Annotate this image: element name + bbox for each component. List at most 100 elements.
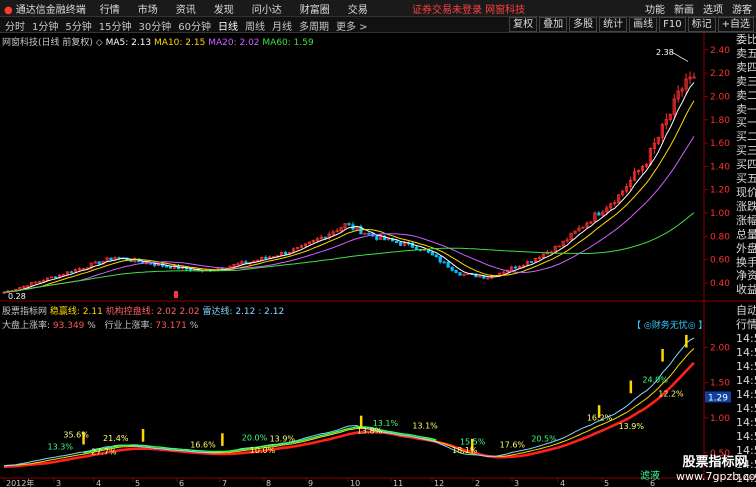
line3-value: 雷达线: 2.12 [202, 307, 256, 317]
period-monthly[interactable]: 月线 [269, 18, 295, 33]
radar-line [3, 337, 695, 467]
candle-body [585, 222, 589, 228]
menu-new-draw[interactable]: 新画 [674, 1, 694, 16]
menu-bar: ● 通达信金融终端 行情 市场 资讯 发现 问小达 财富圈 交易 证券交易未登录 … [0, 0, 756, 17]
candle-body [188, 268, 192, 271]
upper-tick-label-7: 1.00 [710, 209, 730, 219]
tool-multi-stock[interactable]: 多股 [569, 17, 598, 32]
menu-item-faxian[interactable]: 发现 [214, 1, 234, 16]
tool-draw-line[interactable]: 画线 [629, 17, 658, 32]
period-5min[interactable]: 5分钟 [62, 18, 94, 33]
candle-body [240, 261, 244, 265]
menu-options[interactable]: 选项 [703, 1, 723, 16]
candle-body [410, 242, 415, 248]
candle-body [601, 211, 605, 216]
period-more[interactable]: 更多 > [333, 18, 371, 33]
candle-body [375, 235, 379, 240]
current-value-label: 1.29 [708, 393, 728, 403]
menu-item-shichang[interactable]: 市场 [138, 1, 158, 16]
candle-body [287, 251, 292, 255]
candle-body [383, 235, 387, 241]
candle-body [438, 256, 442, 263]
candle-body [145, 262, 149, 265]
ma10-line [3, 100, 695, 293]
period-15min[interactable]: 15分钟 [96, 18, 135, 33]
institution-control-line [3, 361, 695, 469]
signal-bar-4 [470, 438, 474, 452]
login-notice[interactable]: 证券交易未登录 网窗科技 [412, 1, 525, 16]
candle-body [561, 240, 565, 247]
candle-body [220, 268, 224, 270]
annotation-10: 13.1% [412, 421, 438, 430]
period-1min[interactable]: 1分钟 [29, 18, 61, 33]
candle-body [22, 285, 26, 288]
menu-item-caifuquan[interactable]: 财富圈 [300, 1, 330, 16]
annotation-15: 16.2% [587, 414, 613, 423]
annotation-13: 17.6% [500, 440, 526, 449]
period-fenshi[interactable]: 分时 [2, 18, 28, 33]
candle-body [38, 281, 42, 283]
candle-body [18, 287, 22, 290]
upper-tick-label-2: 2.00 [710, 92, 730, 102]
candle-body [446, 261, 450, 268]
ma5-line [3, 82, 695, 293]
indicator-name[interactable]: 股票指标网 [2, 307, 47, 317]
tick-label-9: 14:50 [736, 430, 756, 443]
period-weekly[interactable]: 周线 [242, 18, 268, 33]
candle-body [529, 261, 534, 263]
candle-body [466, 273, 470, 275]
candle-body [434, 254, 438, 258]
annotation-14: 20.5% [531, 435, 557, 444]
tool-stats[interactable]: 统计 [599, 17, 628, 32]
annotation-5: 20.0% [242, 433, 268, 442]
finance-badge[interactable]: 【 ◎财务无忧◎ 】 [632, 318, 707, 331]
ma60-value: MA60: 1.59 [262, 38, 314, 48]
candle-body [315, 238, 319, 241]
tick-label-8: 14:50 [736, 416, 756, 429]
x-label-13: 4 [560, 479, 565, 487]
candle-body [34, 281, 38, 284]
candle-body [609, 203, 613, 209]
upper-tick-label-10: 0.40 [710, 279, 730, 289]
menu-item-zixun[interactable]: 资讯 [176, 1, 196, 16]
candle-body [180, 266, 185, 270]
tool-f10[interactable]: F10 [659, 17, 686, 32]
period-60min[interactable]: 60分钟 [175, 18, 214, 33]
upper-tick-label-1: 2.20 [710, 69, 730, 79]
tool-add-favorite[interactable]: +自选 [717, 17, 754, 32]
tool-restore[interactable]: 复权 [509, 17, 538, 32]
candle-body [402, 242, 407, 246]
tool-mark[interactable]: 标记 [687, 17, 716, 32]
tick-label-5: 14:50 [736, 374, 756, 387]
x-label-10: 12 [434, 479, 444, 487]
side-label-1: 卖五 [736, 46, 756, 60]
candle-body [331, 231, 335, 235]
candle-body [192, 269, 196, 272]
period-daily[interactable]: 日线 [215, 18, 241, 33]
menu-guest[interactable]: 游客 [732, 1, 752, 16]
period-multi[interactable]: 多周期 [296, 18, 332, 33]
lower-tick-label-0: 2.00 [710, 344, 730, 354]
menu-item-jiaoyi[interactable]: 交易 [348, 1, 368, 16]
candle-body [498, 272, 502, 276]
candle-body [6, 290, 10, 293]
tool-overlay[interactable]: 叠加 [539, 17, 568, 32]
period-30min[interactable]: 30分钟 [135, 18, 174, 33]
upper-tick-label-3: 1.80 [710, 116, 730, 126]
x-label-3: 5 [135, 479, 140, 487]
candle-body [426, 249, 430, 253]
candle-body [129, 259, 133, 262]
candle-body [684, 78, 688, 90]
ma60-line [3, 212, 695, 293]
side-label-17: 净资 [736, 269, 756, 283]
quote-side-panel: 委比 卖五 卖四 卖三 卖二 卖一 买一 买二 买三 买四 买五 现价 涨跌 涨幅 总量 外盘 换手 净资 收益 [736, 33, 756, 297]
kline-chart[interactable]: 2.380.28 35.6% 21.4%13.3%27.7%16.6%20.0% 1… [0, 0, 756, 487]
menu-item-hangqing[interactable]: 行情 [100, 1, 120, 16]
x-label-5: 7 [222, 479, 227, 487]
annotation-11: 15.5% [460, 437, 486, 446]
signal-bar-2 [221, 433, 224, 446]
menu-function[interactable]: 功能 [645, 1, 665, 16]
menu-item-wenxiaoda[interactable]: 问小达 [252, 1, 282, 16]
candle-body [172, 265, 177, 269]
stock-title[interactable]: 网窗科技(日线 前复权) [2, 38, 93, 48]
